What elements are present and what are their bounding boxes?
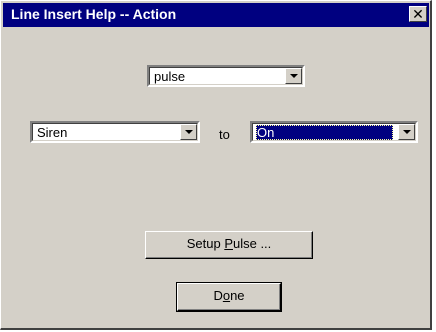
action-select-frame: pulse [149,67,303,85]
close-icon: ✕ [412,6,424,22]
setup-pulse-button[interactable]: Setup Pulse ... [145,231,313,259]
close-button[interactable]: ✕ [409,6,427,22]
chevron-down-icon[interactable] [285,68,302,84]
window-title: Line Insert Help -- Action [11,6,177,22]
done-button-bevel [178,284,280,310]
target-select-frame: On [252,123,416,141]
source-select[interactable]: Siren [30,121,200,143]
target-select-value: On [256,125,393,140]
action-select[interactable]: pulse [147,65,305,87]
title-bar[interactable]: Line Insert Help -- Action ✕ [3,3,429,27]
source-select-value: Siren [37,125,68,140]
target-select[interactable]: On [250,121,418,143]
chevron-down-icon[interactable] [398,124,415,140]
action-select-value: pulse [154,69,186,84]
to-label: to [219,127,230,142]
source-select-frame: Siren [32,123,198,141]
done-button[interactable]: Done [176,282,282,312]
dialog-window: Line Insert Help -- Action ✕ pulse Siren… [0,0,432,330]
setup-pulse-button-bevel [146,232,312,258]
chevron-down-icon[interactable] [180,124,197,140]
